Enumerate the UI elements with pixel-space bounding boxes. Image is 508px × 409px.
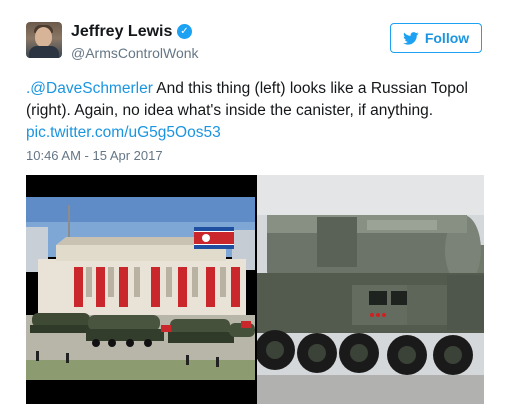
author-handle[interactable]: @ArmsControlWonk — [71, 45, 199, 61]
pic-link[interactable]: pic.twitter.com/uG5g5Oos53 — [26, 124, 221, 141]
follow-button[interactable]: Follow — [390, 23, 482, 53]
parade-photo — [26, 175, 255, 404]
avatar[interactable] — [26, 22, 62, 58]
tweet-media[interactable] — [26, 175, 484, 404]
tweet-text: .@DaveSchmerler And this thing (left) lo… — [26, 78, 486, 144]
topol-photo — [257, 175, 484, 404]
verified-badge-icon: ✓ — [177, 24, 192, 39]
twitter-bird-icon — [402, 31, 419, 45]
media-image-left[interactable] — [26, 175, 255, 404]
tweet-card: Jeffrey Lewis ✓ @ArmsControlWonk Follow … — [0, 0, 508, 409]
avatar-shirt — [29, 46, 59, 58]
media-image-right[interactable] — [257, 175, 484, 404]
mention-link[interactable]: .@DaveSchmerler — [26, 80, 153, 97]
author-name[interactable]: Jeffrey Lewis — [71, 23, 172, 41]
avatar-face — [35, 27, 52, 47]
tweet-timestamp[interactable]: 10:46 AM - 15 Apr 2017 — [26, 148, 163, 163]
follow-button-label: Follow — [424, 30, 470, 46]
